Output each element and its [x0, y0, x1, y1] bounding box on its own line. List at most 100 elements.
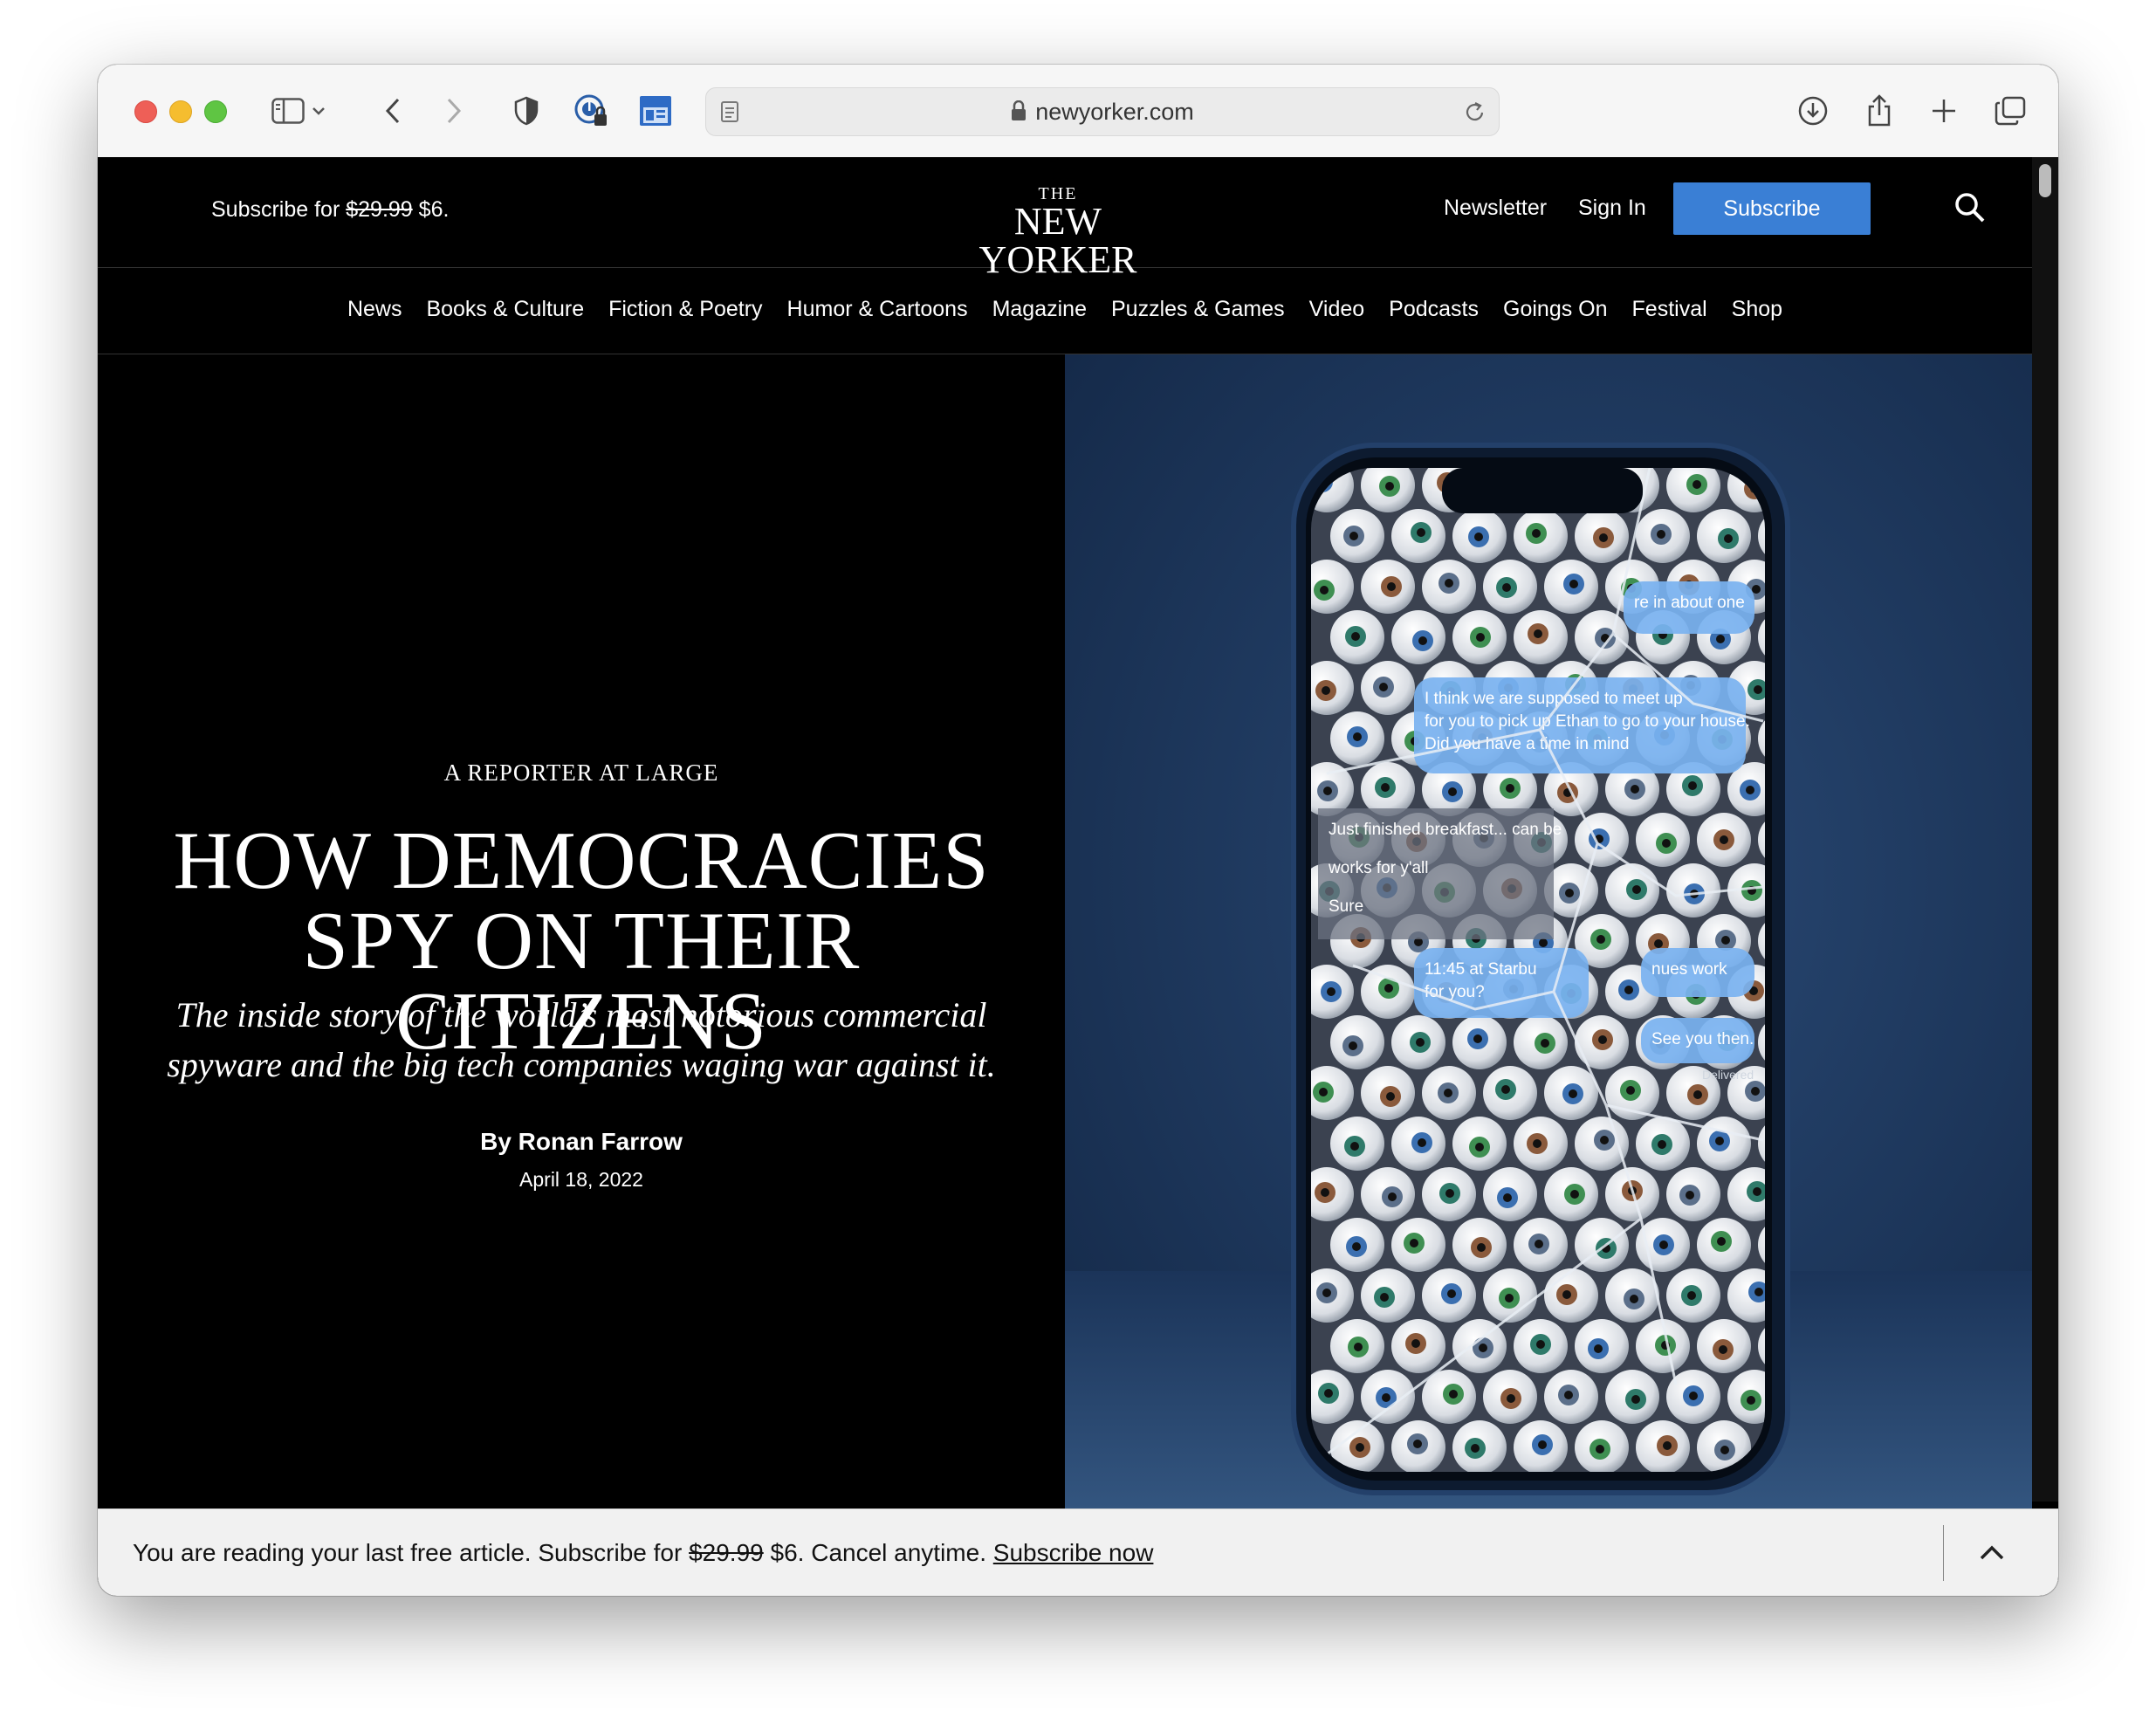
subscribe-button[interactable]: Subscribe: [1673, 182, 1871, 235]
download-icon[interactable]: [1793, 91, 1833, 131]
scrollbar-thumb[interactable]: [2039, 164, 2051, 197]
nav-item-news[interactable]: News: [347, 297, 402, 322]
eyeball: [1636, 813, 1690, 867]
article-hero-text: A REPORTER AT LARGE HOW DEMOCRACIES SPY …: [98, 354, 1065, 1509]
section-nav: News Books & Culture Fiction & Poetry Humor…: [98, 268, 2032, 354]
eyeball: [1483, 1066, 1537, 1120]
eyeball: [1575, 610, 1629, 664]
eyeball: [1514, 610, 1568, 664]
new-yorker-logo[interactable]: THE NEW YORKER: [949, 185, 1167, 279]
eyeball: [1514, 1015, 1568, 1069]
close-window-button[interactable]: [134, 100, 157, 123]
eyeball: [1330, 1319, 1384, 1373]
password-icon[interactable]: [571, 91, 611, 131]
search-icon[interactable]: [1953, 190, 1988, 225]
nav-item-podcasts[interactable]: Podcasts: [1389, 297, 1479, 322]
eyeball: [1483, 1167, 1537, 1221]
newsletter-link[interactable]: Newsletter: [1444, 196, 1547, 221]
subscribe-promo[interactable]: Subscribe for $29.99 $6.: [211, 197, 449, 223]
eyeball: [1544, 560, 1598, 614]
zoom-window-button[interactable]: [204, 100, 227, 123]
article-dek: The inside story of the world’s most not…: [150, 990, 1013, 1089]
reader-extension-icon[interactable]: [635, 91, 676, 131]
eyeball: [1514, 1117, 1568, 1171]
eyeball: [1452, 1015, 1507, 1069]
tabs-overview-icon[interactable]: [1990, 91, 2030, 131]
sidebar-icon[interactable]: [268, 91, 308, 131]
promo-prefix: Subscribe for: [211, 197, 340, 222]
paywall-banner: You are reading your last free article. …: [98, 1509, 2058, 1596]
url-display[interactable]: newyorker.com: [706, 99, 1499, 127]
eyeball: [1605, 1268, 1659, 1323]
promo-old-price: $29.99: [346, 197, 413, 222]
author-link[interactable]: Ronan Farrow: [518, 1128, 683, 1155]
eyeball: [1361, 661, 1415, 715]
dek-line-1: The inside story of the world’s most not…: [175, 995, 987, 1034]
nav-item-fiction-poetry[interactable]: Fiction & Poetry: [608, 297, 762, 322]
eyeball: [1514, 1319, 1568, 1373]
eyeball: [1361, 1370, 1415, 1424]
eyeball: [1422, 1268, 1476, 1323]
eyeball: [1422, 560, 1476, 614]
eyeball: [1391, 1420, 1445, 1472]
eyeball: [1391, 610, 1445, 664]
eyeball: [1544, 1268, 1598, 1323]
subscribe-now-link[interactable]: Subscribe now: [993, 1539, 1154, 1566]
eyeball: [1544, 1066, 1598, 1120]
nav-item-festival[interactable]: Festival: [1632, 297, 1707, 322]
phone-screen: re in about one I think we are supposed t…: [1311, 468, 1765, 1472]
eyeball: [1361, 560, 1415, 614]
eyeball: [1452, 1218, 1507, 1272]
message-text: for you?: [1425, 983, 1485, 1001]
banner-old-price: $29.99: [689, 1539, 764, 1566]
forward-icon[interactable]: [434, 91, 474, 131]
reload-icon[interactable]: [1464, 100, 1487, 128]
nav-item-books-culture[interactable]: Books & Culture: [426, 297, 584, 322]
nav-item-video[interactable]: Video: [1309, 297, 1365, 322]
byline-prefix: By: [480, 1128, 512, 1155]
eyeball: [1361, 1066, 1415, 1120]
message-text: I think we are supposed to meet up: [1425, 690, 1683, 708]
lock-icon: [1011, 100, 1027, 127]
eyeball: [1605, 863, 1659, 917]
article-byline: By Ronan Farrow: [98, 1128, 1065, 1156]
minimize-window-button[interactable]: [169, 100, 192, 123]
message-text: See you then.: [1651, 1030, 1754, 1048]
new-tab-icon[interactable]: [1924, 91, 1964, 131]
eyeball: [1575, 1420, 1629, 1472]
eyeball: [1483, 560, 1537, 614]
eyeball: [1391, 1319, 1445, 1373]
url-text: newyorker.com: [1035, 99, 1194, 125]
shield-icon[interactable]: [506, 91, 546, 131]
scrollbar[interactable]: [2032, 157, 2058, 1502]
nav-item-magazine[interactable]: Magazine: [992, 297, 1087, 322]
eyeball: [1575, 1319, 1629, 1373]
nav-item-humor-cartoons[interactable]: Humor & Cartoons: [787, 297, 968, 322]
message-text: Sure: [1329, 897, 1363, 916]
chevron-down-icon[interactable]: [307, 91, 330, 131]
nav-item-shop[interactable]: Shop: [1732, 297, 1782, 322]
nav-item-goings-on[interactable]: Goings On: [1503, 297, 1608, 322]
sign-in-link[interactable]: Sign In: [1578, 196, 1646, 221]
hero-image: re in about one I think we are supposed t…: [1065, 354, 2032, 1509]
message-text: Did you have a time in mind: [1425, 735, 1629, 753]
back-icon[interactable]: [373, 91, 413, 131]
eyeball: [1544, 1167, 1598, 1221]
share-icon[interactable]: [1859, 91, 1899, 131]
address-bar[interactable]: newyorker.com: [705, 87, 1500, 136]
chevron-up-icon[interactable]: [1974, 1536, 2009, 1570]
eyeball: [1422, 1066, 1476, 1120]
eyeball: [1330, 711, 1384, 766]
site-header: Subscribe for $29.99 $6. THE NEW YORKER …: [98, 157, 2032, 279]
article-rubric[interactable]: A REPORTER AT LARGE: [98, 759, 1065, 787]
eyeball: [1330, 1218, 1384, 1272]
message-text: for you to pick up Ethan to go to your h…: [1425, 712, 1750, 731]
promo-new-price: $6.: [418, 197, 450, 222]
eyeball: [1636, 509, 1690, 563]
browser-window: newyorker.com Subscribe for $29.99 $6. T…: [98, 65, 2058, 1596]
eyeball: [1697, 1218, 1751, 1272]
eyeball: [1330, 1015, 1384, 1069]
nav-item-puzzles-games[interactable]: Puzzles & Games: [1111, 297, 1285, 322]
eyeball: [1605, 1370, 1659, 1424]
eyeball: [1483, 1268, 1537, 1323]
